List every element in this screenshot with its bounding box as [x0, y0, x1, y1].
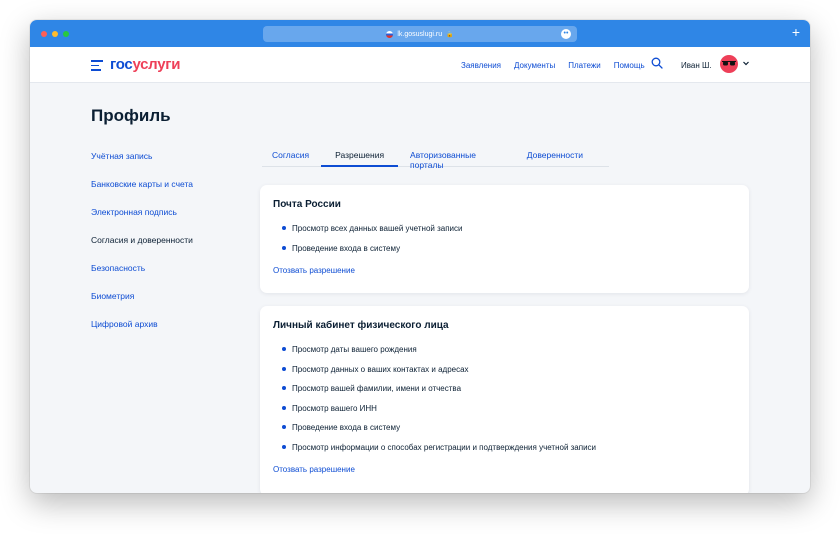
browser-window: lk.gosuslugi.ru 🔒 •• + госуслуги Заявлен… — [30, 20, 810, 493]
sidebar-item-bank-cards[interactable]: Банковские карты и счета — [91, 179, 193, 207]
permission-text: Просмотр информации о способах регистрац… — [292, 442, 597, 452]
nav-documents[interactable]: Документы — [514, 61, 555, 70]
sidebar-item-digital-archive[interactable]: Цифровой архив — [91, 319, 193, 347]
permission-item: Просмотр всех данных вашей учетной запис… — [273, 224, 736, 244]
tab-authorized-portals[interactable]: Авторизованные порталы — [410, 144, 501, 170]
bullet-icon — [282, 386, 286, 390]
logo-part-uslugi: услуги — [132, 56, 181, 73]
gosuslugi-logo[interactable]: госуслуги — [110, 56, 180, 73]
chevron-down-icon[interactable] — [742, 59, 750, 67]
address-bar[interactable]: lk.gosuslugi.ru 🔒 •• — [263, 26, 577, 42]
close-window-button[interactable] — [41, 31, 47, 37]
card-title: Личный кабинет физического лица — [273, 320, 449, 331]
permission-item: Просмотр вашего ИНН — [273, 404, 736, 424]
window-controls — [41, 31, 69, 37]
sidebar-item-consents[interactable]: Согласия и доверенности — [91, 235, 193, 263]
permission-text: Просмотр данных о ваших контактах и адре… — [292, 364, 469, 374]
russia-flag-icon — [386, 30, 394, 38]
permission-item: Просмотр даты вашего рождения — [273, 345, 736, 365]
sidebar-item-account[interactable]: Учётная запись — [91, 151, 193, 179]
sunglasses-icon — [722, 61, 736, 66]
sidebar-item-biometrics[interactable]: Биометрия — [91, 291, 193, 319]
permission-text: Проведение входа в систему — [292, 423, 401, 432]
tab-permissions[interactable]: Разрешения — [321, 144, 399, 167]
minimize-window-button[interactable] — [52, 31, 58, 37]
site-header: госуслуги Заявления Документы Платежи По… — [30, 47, 810, 83]
bullet-icon — [282, 405, 286, 410]
lock-icon: 🔒 — [446, 31, 454, 38]
nav-applications[interactable]: Заявления — [461, 61, 501, 70]
permission-item: Просмотр информации о способах регистрац… — [273, 443, 736, 463]
revoke-permission-link[interactable]: Отозвать разрешение — [273, 465, 736, 474]
more-icon[interactable]: •• — [561, 29, 571, 39]
permission-text: Просмотр всех данных вашей учетной запис… — [292, 224, 463, 233]
logo-part-gos: гос — [110, 56, 133, 73]
permission-item: Проведение входа в систему — [273, 423, 736, 443]
sidebar-item-security[interactable]: Безопасность — [91, 263, 193, 291]
bullet-icon — [282, 444, 286, 449]
header-nav: Заявления Документы Платежи Помощь — [461, 61, 645, 70]
permission-card: Личный кабинет физического лица Просмотр… — [260, 306, 749, 493]
nav-help[interactable]: Помощь — [614, 61, 645, 70]
permission-text: Просмотр вашей фамилии, имени и отчества — [292, 384, 462, 393]
permission-item: Просмотр вашей фамилии, имени и отчества — [273, 384, 736, 404]
new-tab-button[interactable]: + — [792, 24, 800, 40]
permission-text: Просмотр вашего ИНН — [292, 403, 377, 413]
bullet-icon — [282, 425, 286, 429]
avatar[interactable] — [720, 55, 738, 73]
permission-text: Проведение входа в систему — [292, 243, 401, 253]
maximize-window-button[interactable] — [63, 31, 69, 37]
permission-item: Просмотр данных о ваших контактах и адре… — [273, 365, 736, 385]
permission-text: Просмотр даты вашего рождения — [292, 345, 417, 354]
page-title: Профиль — [91, 106, 171, 125]
tab-powers-of-attorney[interactable]: Доверенности — [527, 144, 583, 166]
menu-icon[interactable] — [91, 60, 103, 74]
revoke-permission-link[interactable]: Отозвать разрешение — [273, 266, 736, 275]
bullet-icon — [282, 366, 286, 371]
url-text: lk.gosuslugi.ru — [397, 30, 443, 38]
bullet-icon — [282, 347, 286, 351]
search-icon[interactable] — [651, 57, 663, 69]
consents-tabs: Согласия Разрешения Авторизованные порта… — [262, 144, 609, 170]
card-title: Почта России — [273, 199, 341, 210]
sidebar-item-e-signature[interactable]: Электронная подпись — [91, 207, 193, 235]
nav-payments[interactable]: Платежи — [568, 61, 600, 70]
user-name[interactable]: Иван Ш. — [681, 61, 712, 70]
profile-sidebar: Учётная запись Банковские карты и счета … — [91, 151, 193, 347]
permission-item: Проведение входа в систему — [273, 244, 736, 264]
bullet-icon — [282, 245, 286, 250]
browser-titlebar: lk.gosuslugi.ru 🔒 •• + — [30, 20, 810, 47]
tab-consents[interactable]: Согласия — [272, 144, 309, 166]
bullet-icon — [282, 226, 286, 230]
permission-card: Почта России Просмотр всех данных вашей … — [260, 185, 749, 293]
